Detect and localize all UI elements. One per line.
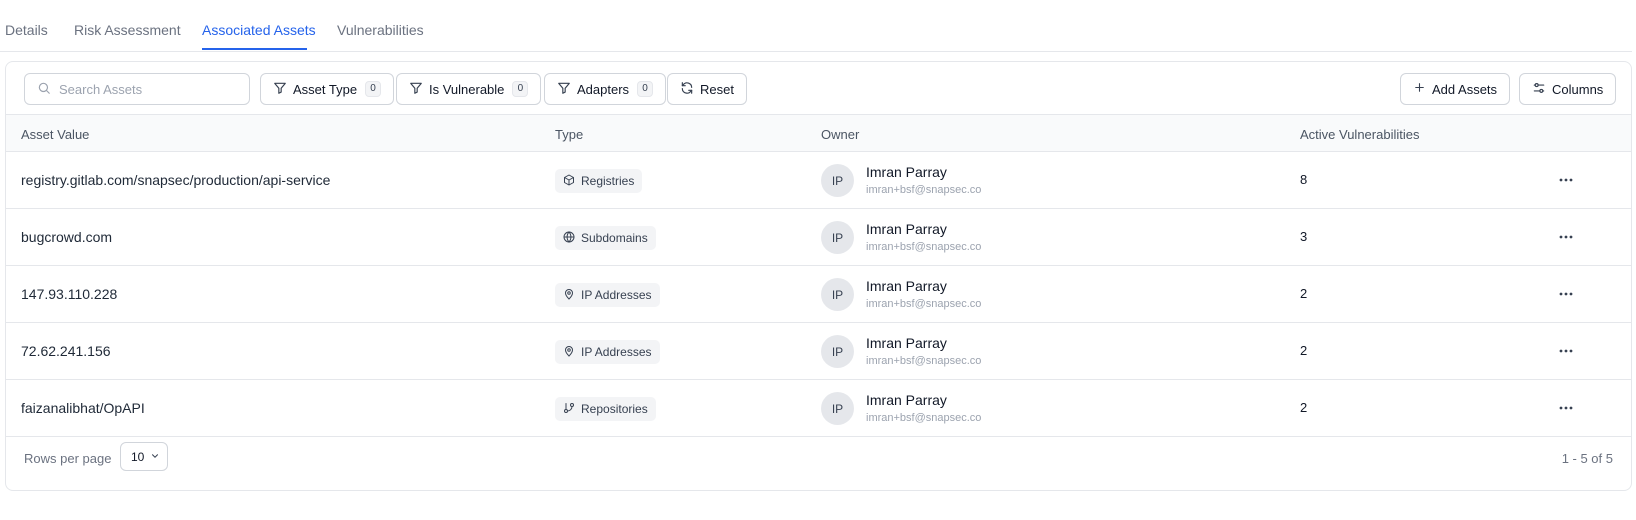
reset-button[interactable]: Reset <box>667 73 747 105</box>
more-options-icon[interactable] <box>1555 227 1577 247</box>
search-icon <box>37 81 51 98</box>
owner-email: imran+bsf@snapsec.co <box>866 184 982 196</box>
avatar: IP <box>821 335 854 368</box>
filter-count-badge: 0 <box>637 81 654 97</box>
owner-name: Imran Parray <box>866 335 947 351</box>
vulnerability-count: 8 <box>1300 172 1308 187</box>
rows-per-page-value: 10 <box>131 449 145 464</box>
avatar: IP <box>821 278 854 311</box>
tab-associated-assets[interactable]: Associated Assets <box>202 22 316 38</box>
adapters-filter-button[interactable]: Adapters 0 <box>544 73 667 105</box>
owner-email: imran+bsf@snapsec.co <box>866 298 982 310</box>
tab-risk-assessment[interactable]: Risk Assessment <box>74 22 181 38</box>
column-header-type[interactable]: Type <box>555 127 583 142</box>
column-header-asset-value[interactable]: Asset Value <box>21 127 89 142</box>
vulnerability-count: 2 <box>1300 286 1308 301</box>
filter-count-badge: 0 <box>512 81 529 97</box>
pagination-text: 1 - 5 of 5 <box>1561 451 1613 466</box>
is-vulnerable-filter-button[interactable]: Is Vulnerable 0 <box>396 73 542 105</box>
add-assets-button[interactable]: Add Assets <box>1400 73 1511 105</box>
more-options-icon[interactable] <box>1555 398 1577 418</box>
asset-value[interactable]: registry.gitlab.com/snapsec/production/a… <box>21 172 330 188</box>
type-badge: IP Addresses <box>555 283 660 307</box>
asset-value[interactable]: 72.62.241.156 <box>21 343 111 359</box>
refresh-icon <box>680 81 700 98</box>
sliders-icon <box>1532 81 1552 98</box>
add-assets-label: Add Assets <box>1432 81 1498 97</box>
more-options-icon[interactable] <box>1555 341 1577 361</box>
globe-icon <box>563 230 581 246</box>
asset-value[interactable]: bugcrowd.com <box>21 229 112 245</box>
table-footer: Rows per page 10 1 - 5 of 5 <box>6 432 1631 490</box>
type-label: IP Addresses <box>581 345 652 359</box>
more-options-icon[interactable] <box>1555 284 1577 304</box>
type-label: Repositories <box>581 402 648 416</box>
tab-vulnerabilities[interactable]: Vulnerabilities <box>337 22 424 38</box>
tab-bar: Details Risk Assessment Associated Asset… <box>0 0 1632 52</box>
more-options-icon[interactable] <box>1555 170 1577 190</box>
table-header: Asset Value Type Owner Active Vulnerabil… <box>6 114 1631 152</box>
filter-label: Adapters <box>577 81 630 97</box>
filter-icon <box>557 81 577 98</box>
type-label: Registries <box>581 174 635 188</box>
git-branch-icon <box>563 402 581 417</box>
filter-icon <box>409 81 429 98</box>
owner-email: imran+bsf@snapsec.co <box>866 241 982 253</box>
vulnerability-count: 3 <box>1300 229 1308 244</box>
owner-name: Imran Parray <box>866 221 947 237</box>
avatar: IP <box>821 164 854 197</box>
type-label: Subdomains <box>581 231 648 245</box>
chevron-down-icon <box>144 450 160 464</box>
column-header-active-vulnerabilities[interactable]: Active Vulnerabilities <box>1300 127 1419 142</box>
owner-email: imran+bsf@snapsec.co <box>866 355 982 367</box>
owner-name: Imran Parray <box>866 392 947 408</box>
toolbar: Asset Type 0 Is Vulnerable 0 Adapters 0 … <box>6 62 1631 114</box>
filter-count-badge: 0 <box>365 81 382 97</box>
active-tab-indicator <box>202 48 307 50</box>
plus-icon <box>1413 81 1432 97</box>
owner-name: Imran Parray <box>866 164 947 180</box>
avatar: IP <box>821 221 854 254</box>
vulnerability-count: 2 <box>1300 400 1308 415</box>
table-row[interactable]: 72.62.241.156 IP Addresses IP Imran Parr… <box>6 323 1631 380</box>
type-label: IP Addresses <box>581 288 652 302</box>
type-badge: Registries <box>555 169 643 193</box>
type-badge: IP Addresses <box>555 340 660 364</box>
columns-label: Columns <box>1552 81 1604 97</box>
vulnerability-count: 2 <box>1300 343 1308 358</box>
asset-value[interactable]: 147.93.110.228 <box>21 286 117 302</box>
map-pin-icon <box>563 288 581 303</box>
type-badge: Repositories <box>555 397 656 421</box>
avatar: IP <box>821 392 854 425</box>
table-row[interactable]: registry.gitlab.com/snapsec/production/a… <box>6 152 1631 209</box>
search-input[interactable] <box>59 81 239 97</box>
rows-per-page-select[interactable]: 10 <box>120 442 168 471</box>
assets-card: Asset Type 0 Is Vulnerable 0 Adapters 0 … <box>5 61 1632 491</box>
reset-label: Reset <box>700 81 734 97</box>
asset-type-filter-button[interactable]: Asset Type 0 <box>260 73 395 105</box>
filter-label: Is Vulnerable <box>429 81 505 97</box>
rows-per-page-label: Rows per page <box>24 451 112 466</box>
box-icon <box>563 174 581 189</box>
asset-value[interactable]: faizanalibhat/OpAPI <box>21 400 145 416</box>
column-header-owner[interactable]: Owner <box>821 127 859 142</box>
map-pin-icon <box>563 345 581 360</box>
type-badge: Subdomains <box>555 226 656 250</box>
filter-label: Asset Type <box>293 81 358 97</box>
owner-name: Imran Parray <box>866 278 947 294</box>
columns-button[interactable]: Columns <box>1519 73 1617 105</box>
owner-email: imran+bsf@snapsec.co <box>866 412 982 424</box>
table-row[interactable]: 147.93.110.228 IP Addresses IP Imran Par… <box>6 266 1631 323</box>
search-box[interactable] <box>24 73 250 105</box>
table-row[interactable]: bugcrowd.com Subdomains IP Imran Parray … <box>6 209 1631 266</box>
filter-icon <box>273 81 293 98</box>
tab-details[interactable]: Details <box>5 22 48 38</box>
table-row[interactable]: faizanalibhat/OpAPI Repositories IP Imra… <box>6 380 1631 437</box>
